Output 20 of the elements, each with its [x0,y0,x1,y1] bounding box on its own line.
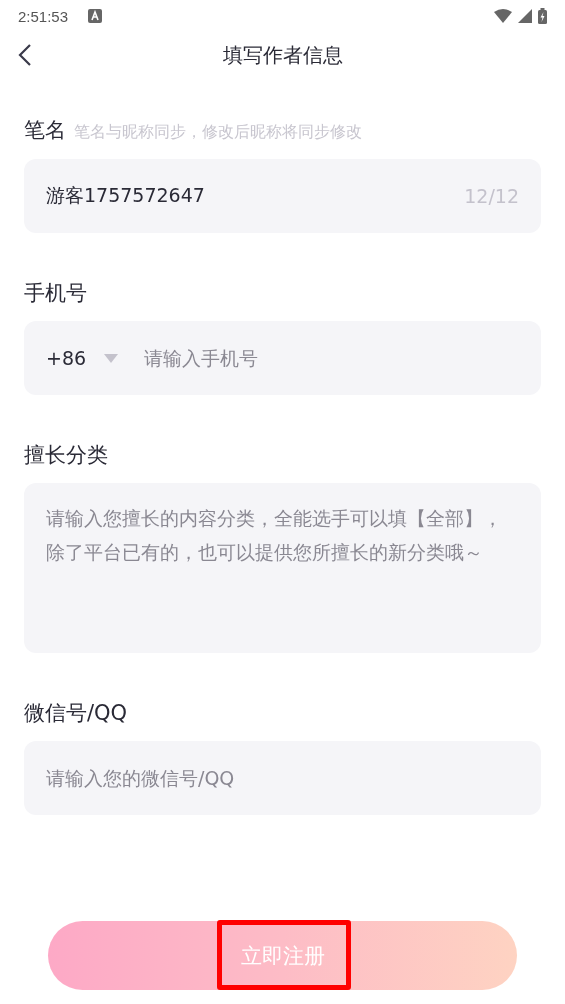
phone-input[interactable]: 请输入手机号 [144,343,519,373]
text-input[interactable]: 请输入您的微信号/QQ [46,763,519,793]
back-button[interactable] [18,43,32,67]
text-input[interactable]: 游客1757572647 [46,181,465,211]
wifi-icon [494,9,512,23]
battery-icon [538,8,547,24]
keyboard-icon [88,9,103,23]
page-title: 填写作者信息 [221,41,344,69]
field-label: 笔名 [24,117,66,144]
text-area[interactable]: 请输入您擅长的内容分类，全能选手可以填【全部】，除了平台已有的，也可以提供您所擅长的新分类哦～ [24,483,541,653]
field-label: 手机号 [24,280,87,307]
phone-field[interactable]: +86 请输入手机号 [24,321,541,395]
country-code-dropdown[interactable]: +86 [46,347,119,369]
field-label: 擅长分类 [24,442,108,469]
text-field[interactable]: 请输入您的微信号/QQ [24,741,541,815]
status-time: 2:51:53 [18,7,69,25]
field-label: 微信号/QQ [24,700,128,727]
field-hint: 笔名与昵称同步，修改后昵称将同步修改 [74,122,362,143]
dropdown-arrow-icon [104,353,119,363]
signal-icon [518,9,532,23]
